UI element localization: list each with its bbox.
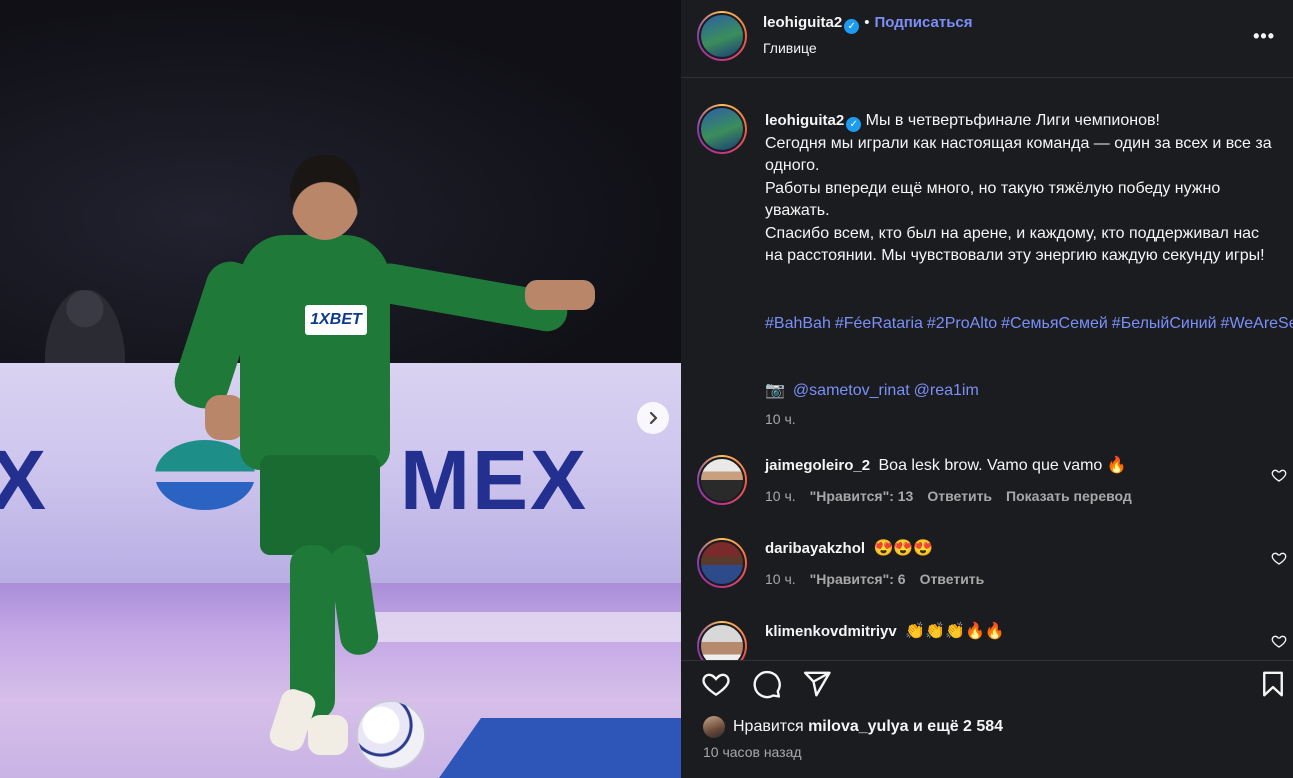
- caption-text: Мы в четвертьфинале Лиги чемпионов! Сего…: [765, 112, 1272, 264]
- post-timestamp: 10 часов назад: [703, 744, 802, 760]
- location-link[interactable]: Гливице: [763, 40, 817, 56]
- avatar[interactable]: [697, 538, 747, 588]
- comment-text: Boa lesk brow. Vamo que vamo 🔥: [878, 457, 1127, 474]
- heart-icon[interactable]: [1271, 633, 1287, 649]
- comment-username[interactable]: daribayakzhol: [765, 540, 865, 557]
- comment-text: 😍😍😍: [873, 540, 934, 557]
- camera-icon: 📷: [765, 382, 785, 399]
- translate-button[interactable]: Показать перевод: [1006, 488, 1132, 504]
- player-shoe-right: [308, 715, 348, 755]
- next-photo-button[interactable]: [637, 402, 669, 434]
- chevron-right-icon: [649, 411, 658, 425]
- reply-button[interactable]: Ответить: [927, 488, 992, 504]
- caption-username[interactable]: leohiguita2: [765, 112, 844, 129]
- board-text-left: X: [0, 433, 49, 527]
- follow-button[interactable]: Подписаться: [874, 14, 972, 31]
- photo-credits: 📷 @sametov_rinat @rea1im: [765, 380, 983, 400]
- hashtag-link[interactable]: #БелыйСиний: [1112, 315, 1217, 332]
- verified-icon: ✓: [846, 117, 862, 132]
- comment-username[interactable]: klimenkovdmitriyv: [765, 623, 897, 640]
- player-head: [290, 155, 360, 240]
- post-photo[interactable]: X MEX 1XBET: [0, 0, 681, 778]
- mention-link[interactable]: @rea1im: [914, 382, 979, 399]
- player-hand-right: [525, 280, 595, 310]
- likes-summary[interactable]: Нравится milova_yulya и ещё 2 584: [703, 716, 1003, 738]
- post-side-panel: leohiguita2 ✓ • Подписаться Гливице ••• leo…: [681, 0, 1293, 778]
- post-header: leohiguita2 ✓ • Подписаться Гливице •••: [681, 0, 1293, 78]
- caption-timestamp: 10 ч.: [765, 411, 796, 427]
- caption: leohiguita2 ✓ Мы в четвертьфинале Лиги че…: [765, 110, 1275, 268]
- action-bar: [681, 660, 1293, 702]
- likes-prefix: Нравится: [733, 718, 804, 735]
- comment-likes[interactable]: "Нравится": 13: [810, 488, 914, 504]
- futsal-ball: [356, 700, 426, 770]
- avatar: [703, 716, 725, 738]
- hashtags: #BahBah #FéeRataria #2ProAlto #СемьяСемей #Б…: [765, 313, 1293, 336]
- more-icon: •••: [1253, 26, 1275, 46]
- avatar[interactable]: [697, 11, 747, 61]
- mention-link[interactable]: @sametov_rinat: [793, 382, 910, 399]
- heart-icon[interactable]: [1271, 467, 1287, 483]
- comment-time: 10 ч.: [765, 488, 796, 504]
- comment-bubble-icon[interactable]: [752, 669, 782, 699]
- comment-time: 10 ч.: [765, 571, 796, 587]
- avatar[interactable]: [697, 621, 747, 660]
- share-paper-plane-icon[interactable]: [802, 669, 832, 699]
- comment-text: 👏👏👏🔥🔥: [905, 623, 1005, 640]
- hashtag-link[interactable]: #FéeRataria: [835, 315, 923, 332]
- hashtag-link[interactable]: #2ProAlto: [927, 315, 997, 332]
- heart-icon[interactable]: [1271, 550, 1287, 566]
- hashtag-link[interactable]: #WeAreSemey: [1221, 315, 1293, 332]
- player: 1XBET: [168, 150, 610, 770]
- likes-count[interactable]: и ещё 2 584: [913, 718, 1003, 736]
- avatar[interactable]: [697, 455, 747, 505]
- hashtag-link[interactable]: #BahBah: [765, 315, 831, 332]
- reply-button[interactable]: Ответить: [920, 571, 985, 587]
- spectator: [45, 290, 125, 365]
- caption-avatar[interactable]: [697, 104, 747, 154]
- likes-user[interactable]: milova_yulya: [808, 718, 909, 736]
- header-username[interactable]: leohiguita2: [763, 14, 842, 31]
- comment-likes[interactable]: "Нравится": 6: [810, 571, 906, 587]
- comment-username[interactable]: jaimegoleiro_2: [765, 457, 870, 474]
- player-jersey: [240, 235, 390, 470]
- player-shorts: [260, 455, 380, 555]
- verified-icon: ✓: [844, 19, 860, 34]
- separator-dot: •: [864, 14, 870, 31]
- like-heart-icon[interactable]: [701, 669, 731, 699]
- bookmark-icon[interactable]: [1258, 669, 1288, 699]
- jersey-sponsor: 1XBET: [305, 305, 367, 335]
- player-leg-right: [327, 542, 381, 658]
- player-hand-left: [205, 395, 245, 440]
- comment-item: klimenkovdmitriyv 👏👏👏🔥🔥: [697, 621, 1287, 660]
- hashtag-link[interactable]: #СемьяСемей: [1001, 315, 1108, 332]
- more-options-button[interactable]: •••: [1253, 26, 1275, 47]
